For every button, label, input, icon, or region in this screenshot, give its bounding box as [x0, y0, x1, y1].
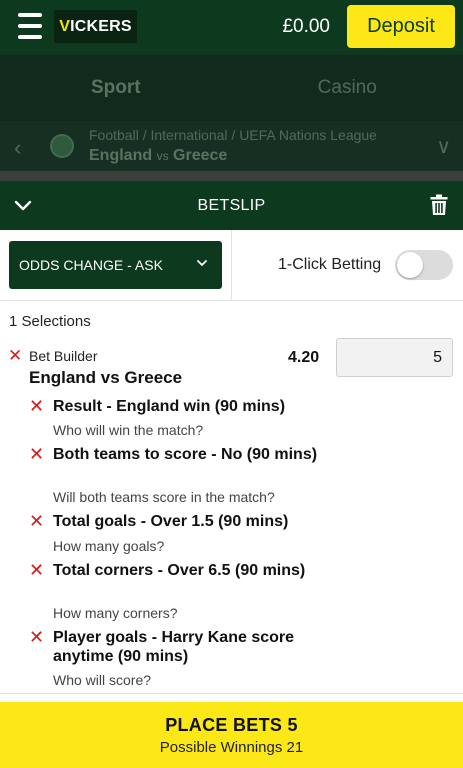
leg-question: How many goals? — [53, 538, 165, 554]
leg-title: Result - England win (90 mins) — [53, 398, 286, 415]
bet-builder-label: Bet Builder — [29, 348, 98, 364]
remove-bet-builder-icon[interactable]: ✕ — [8, 347, 22, 364]
account-balance: £0.00 — [282, 16, 330, 37]
expand-chevron-icon[interactable]: ∨ — [436, 134, 451, 159]
brand-logo[interactable]: V ICKERS — [54, 10, 137, 43]
vertical-divider — [231, 230, 232, 301]
menu-icon[interactable] — [18, 13, 42, 39]
odds-change-value: ODDS CHANGE - ASK — [19, 257, 163, 273]
nav-tabs: Sport Casino — [0, 55, 463, 121]
leg-question: Who will score? — [53, 672, 152, 688]
toggle-knob — [397, 252, 423, 278]
deposit-button[interactable]: Deposit — [347, 5, 455, 48]
remove-leg-icon[interactable]: ✕ — [29, 397, 44, 415]
match-header: ‹ Football / International / UEFA Nation… — [0, 121, 463, 171]
divider — [0, 693, 463, 694]
leg-question: Will both teams score in the match? — [53, 489, 275, 505]
football-icon — [50, 134, 74, 158]
stake-input[interactable] — [336, 338, 453, 377]
logo-accent: V — [59, 17, 71, 35]
tab-casino[interactable]: Casino — [232, 55, 463, 121]
leg-question: How many corners? — [53, 605, 178, 621]
vs-label: vs — [156, 149, 169, 163]
leg-question: Who will win the match? — [53, 422, 204, 438]
one-click-label: 1-Click Betting — [278, 256, 382, 273]
logo-text: ICKERS — [70, 17, 132, 35]
place-bets-label: PLACE BETS 5 — [165, 714, 298, 735]
chevron-down-icon — [197, 260, 207, 266]
away-team: Greece — [173, 147, 228, 164]
remove-leg-icon[interactable]: ✕ — [29, 445, 44, 463]
breadcrumb: Football / International / UEFA Nations … — [89, 127, 377, 143]
one-click-toggle[interactable] — [395, 250, 453, 280]
home-team: England — [89, 147, 153, 164]
leg-title: Total goals - Over 1.5 (90 mins) — [53, 513, 289, 530]
betslip-header: BETSLIP — [0, 181, 463, 230]
divider-strip — [0, 171, 463, 181]
remove-leg-icon[interactable]: ✕ — [29, 561, 44, 579]
remove-leg-icon[interactable]: ✕ — [29, 512, 44, 530]
leg-title: Both teams to score - No (90 mins) — [53, 446, 318, 463]
selections-count: 1 Selections — [9, 313, 91, 330]
possible-winnings: Possible Winnings 21 — [159, 738, 304, 756]
leg-title: Player goals - Harry Kane score anytime … — [53, 629, 295, 665]
odds-change-dropdown[interactable]: ODDS CHANGE - ASK — [9, 241, 222, 289]
place-bets-button[interactable]: PLACE BETS 5 Possible Winnings 21 — [0, 702, 463, 768]
bet-builder-match: England vs Greece — [29, 368, 183, 387]
betslip-settings: ODDS CHANGE - ASK 1-Click Betting — [0, 230, 463, 301]
back-chevron-icon[interactable]: ‹ — [14, 135, 21, 161]
top-header: V ICKERS £0.00 Deposit — [0, 0, 463, 55]
match-title: England vs Greece — [89, 147, 227, 165]
betslip-title: BETSLIP — [197, 196, 266, 214]
collapse-chevron-icon[interactable] — [14, 196, 32, 214]
leg-title: Total corners - Over 6.5 (90 mins) — [53, 562, 306, 579]
trash-icon[interactable] — [430, 194, 448, 216]
remove-leg-icon[interactable]: ✕ — [29, 628, 44, 646]
tab-sport[interactable]: Sport — [0, 55, 232, 121]
bet-odds: 4.20 — [288, 349, 320, 366]
